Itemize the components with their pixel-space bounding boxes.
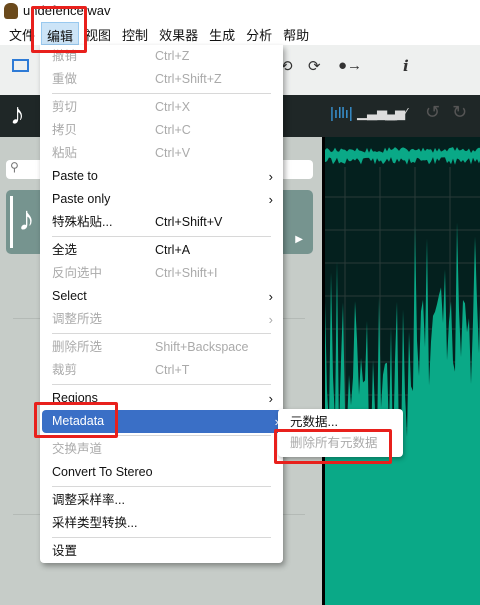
menu-4[interactable]: 效果器 (154, 22, 203, 45)
menu-5[interactable]: 生成 (204, 22, 240, 45)
menu-item-shortcut: Ctrl+C (155, 119, 191, 142)
menu-item[interactable]: 裁剪 Ctrl+T (40, 359, 283, 382)
menu-item-shortcut: Ctrl+Z (155, 45, 189, 68)
menu-item-label: 全选 (52, 243, 77, 257)
menu-item[interactable]: 粘贴 Ctrl+V (40, 142, 283, 165)
menu-item-label: 裁剪 (52, 363, 77, 377)
menu-item[interactable]: 调整采样率... (40, 489, 283, 512)
spectrogram-off-icon[interactable]: ▂▅⁄ (385, 105, 407, 121)
menu-item[interactable]: Paste to › (40, 165, 283, 188)
overview-waveform (325, 147, 480, 165)
highlight-box-metadata (34, 402, 118, 438)
menu-6[interactable]: 分析 (241, 22, 277, 45)
menu-item-label: 剪切 (52, 100, 77, 114)
undo-icon[interactable]: ↺ (425, 102, 440, 123)
chevron-right-icon: › (269, 308, 273, 331)
menu-item-label: 设置 (52, 544, 77, 558)
menu-item-label: Paste to (52, 169, 98, 183)
edit-menu: 撤销 Ctrl+Z 重做 Ctrl+Shift+Z 剪切 Ctrl+X 拷贝 Ctrl+C 粘贴… (40, 45, 283, 563)
menu-item[interactable]: 交换声道 (40, 438, 283, 461)
menu-item-label: 特殊粘贴... (52, 215, 112, 229)
chevron-right-icon: › (269, 387, 273, 410)
menu-item-label: 调整采样率... (52, 493, 125, 507)
menu-item-label: Convert To Stereo (52, 465, 153, 479)
menu-item-label: 删除所选 (52, 340, 102, 354)
menu-item[interactable]: 调整所选 › (40, 308, 283, 331)
menu-item[interactable]: 特殊粘贴... Ctrl+Shift+V (40, 211, 283, 234)
chevron-right-icon: › (269, 285, 273, 308)
menu-item[interactable]: 删除所选 Shift+Backspace (40, 336, 283, 359)
music-note-icon: ♪ (10, 98, 25, 132)
card-marker (10, 196, 13, 248)
menu-separator (52, 486, 271, 487)
menu-item[interactable]: 剪切 Ctrl+X (40, 96, 283, 119)
menu-item-label: 交换声道 (52, 442, 102, 456)
menu-separator (52, 537, 271, 538)
chevron-right-icon: › (269, 165, 273, 188)
info-icon[interactable]: i (403, 57, 409, 75)
menu-item[interactable]: 采样类型转换... (40, 512, 283, 535)
loop-add-icon[interactable]: ⟳ (308, 57, 321, 75)
menu-item[interactable]: Select › (40, 285, 283, 308)
menu-item-shortcut: Shift+Backspace (155, 336, 248, 359)
play-file-icon[interactable]: ▶ (295, 234, 303, 245)
play-to-icon[interactable]: ●→ (338, 57, 362, 74)
menu-item-label: 拷贝 (52, 123, 77, 137)
menu-item-shortcut: Ctrl+Shift+I (155, 262, 218, 285)
menu-item[interactable]: 拷贝 Ctrl+C (40, 119, 283, 142)
highlight-box-edit (31, 6, 87, 53)
menu-item-shortcut: Ctrl+V (155, 142, 190, 165)
panel-toggle-icon[interactable] (12, 59, 29, 72)
menu-item-label: 反向选中 (52, 266, 102, 280)
menu-separator (52, 236, 271, 237)
menu-item[interactable]: Paste only › (40, 188, 283, 211)
menu-item-label: 重做 (52, 72, 77, 86)
chevron-right-icon: › (269, 188, 273, 211)
redo-icon[interactable]: ↻ (452, 102, 467, 123)
menu-item-label: 调整所选 (52, 312, 102, 326)
menu-item-shortcut: Ctrl+Shift+Z (155, 68, 222, 91)
menu-item[interactable]: 全选 Ctrl+A (40, 239, 283, 262)
menu-3[interactable]: 控制 (117, 22, 153, 45)
menu-item-shortcut: Ctrl+Shift+V (155, 211, 222, 234)
app-icon (4, 3, 18, 19)
highlight-box-remove-metadata (274, 429, 392, 464)
menu-separator (52, 93, 271, 94)
file-music-icon: ♪ (18, 200, 35, 239)
menu-7[interactable]: 帮助 (278, 22, 314, 45)
menu-item[interactable]: 重做 Ctrl+Shift+Z (40, 68, 283, 91)
menu-separator (52, 384, 271, 385)
menu-separator (52, 333, 271, 334)
menu-item[interactable]: Convert To Stereo (40, 461, 283, 484)
menu-item-label: Paste only (52, 192, 110, 206)
waveform-panel[interactable] (322, 137, 480, 605)
waveform-view-icon[interactable]: |ıllı| (330, 105, 353, 122)
menu-item[interactable]: 设置 (40, 540, 283, 563)
menu-item-shortcut: Ctrl+T (155, 359, 189, 382)
menu-item-shortcut: Ctrl+A (155, 239, 190, 262)
search-icon: ⚲ (10, 160, 19, 174)
menu-item-label: 采样类型转换... (52, 516, 137, 530)
menu-item-shortcut: Ctrl+X (155, 96, 190, 119)
menu-item[interactable]: 反向选中 Ctrl+Shift+I (40, 262, 283, 285)
menu-item-label: Select (52, 289, 87, 303)
menu-item-label: 粘贴 (52, 146, 77, 160)
waveform-graph[interactable] (325, 137, 480, 605)
